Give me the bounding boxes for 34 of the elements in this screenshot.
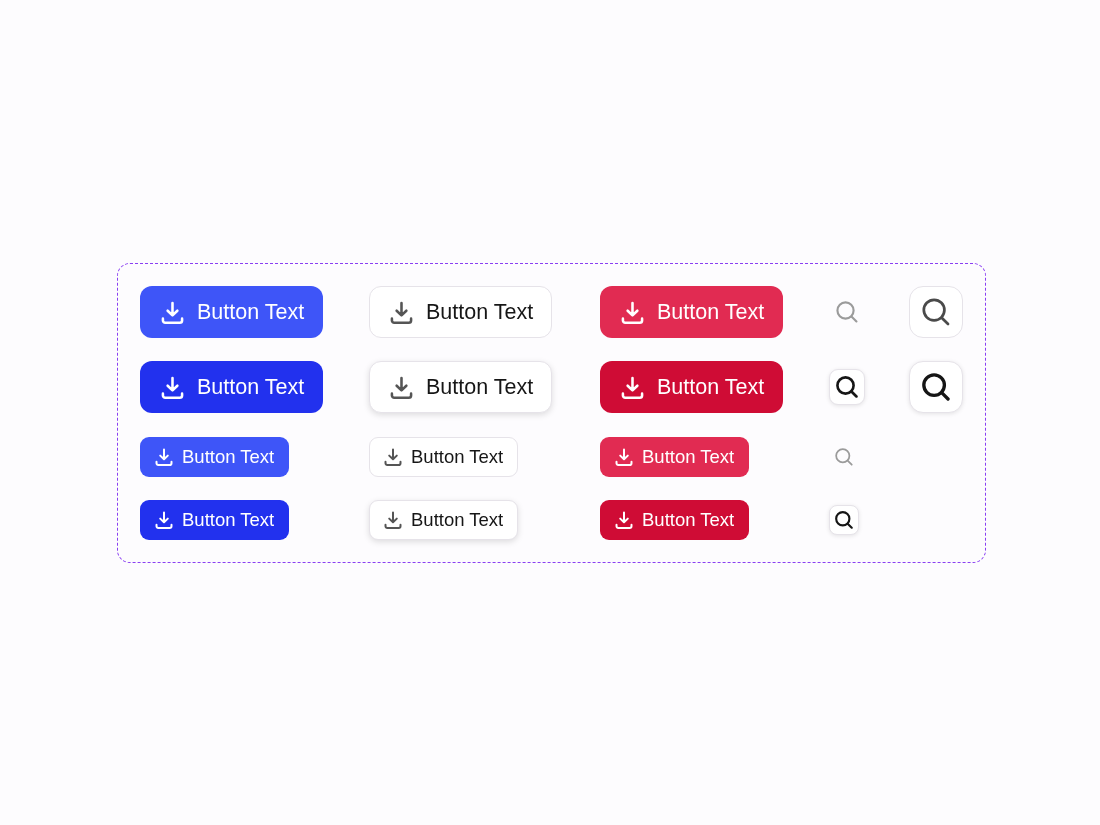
download-button[interactable]: Button Text (600, 361, 784, 413)
download-icon (621, 300, 644, 324)
download-button[interactable]: Button Text (140, 361, 324, 413)
search-icon (835, 448, 853, 466)
download-icon (390, 300, 413, 324)
download-icon (161, 375, 184, 399)
download-icon (155, 448, 173, 466)
search-button[interactable] (909, 361, 963, 413)
search-icon (836, 301, 858, 323)
download-button[interactable]: Button Text (600, 437, 750, 477)
search-button[interactable] (829, 369, 865, 405)
download-button[interactable]: Button Text (369, 286, 553, 338)
download-icon (161, 300, 184, 324)
download-button[interactable]: Button Text (369, 437, 519, 477)
download-button[interactable]: Button Text (140, 500, 290, 540)
download-icon (621, 375, 644, 399)
download-button[interactable]: Button Text (600, 286, 784, 338)
download-icon (390, 375, 413, 399)
download-button[interactable]: Button Text (600, 500, 750, 540)
download-button[interactable]: Button Text (140, 437, 290, 477)
search-button[interactable] (829, 505, 859, 535)
download-button[interactable]: Button Text (140, 286, 324, 338)
search-icon (835, 511, 853, 529)
download-button[interactable]: Button Text (369, 361, 553, 413)
download-button[interactable]: Button Text (369, 500, 519, 540)
download-icon (384, 448, 402, 466)
download-icon (384, 511, 402, 529)
search-icon (922, 373, 950, 401)
download-icon (615, 448, 633, 466)
search-icon (836, 376, 858, 398)
download-icon (155, 511, 173, 529)
search-icon (922, 298, 950, 326)
download-icon (615, 511, 633, 529)
search-button[interactable] (909, 286, 963, 338)
